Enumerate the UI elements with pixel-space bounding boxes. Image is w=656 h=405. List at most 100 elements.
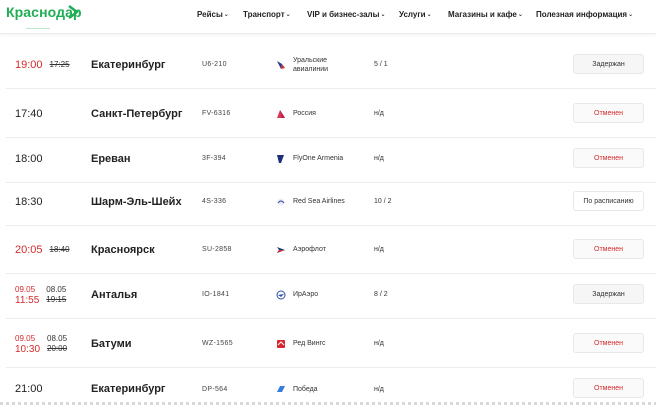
flight-row[interactable]: 18:00 Ереван 3F-394 FlyOne Armenia н/д О… (6, 135, 656, 183)
scheduled-datetime: 08.05 19:15 (46, 285, 66, 305)
actual-time: 20:05 (15, 243, 43, 256)
time-cell: 09.05 10:30 08.05 20:00 (15, 320, 67, 367)
chevron-down-icon: ⌄ (380, 12, 386, 18)
flight-row[interactable]: 20:05 18:40 Красноярск SU-2858 Аэрофлот … (6, 226, 656, 274)
airline-name: ИрАэро (293, 291, 319, 298)
destination-city: Екатеринбург (91, 383, 166, 395)
flight-number: 4S-336 (202, 198, 227, 205)
airline-cell: ИрАэро (276, 271, 318, 318)
status-badge: По расписанию (573, 191, 644, 211)
time-cell: 21:00 (15, 365, 43, 405)
aeroflot-icon (277, 246, 285, 253)
gate-terminal: 5 / 1 (374, 61, 388, 68)
actual-time: 10:30 (15, 343, 41, 355)
nav-flights[interactable]: Рейсы⌄ (197, 10, 229, 19)
scheduled-time: 20:00 (47, 343, 68, 353)
status-badge: Отменен (573, 378, 644, 398)
gate-terminal: 10 / 2 (374, 198, 392, 205)
airline-name: Аэрофлот (293, 246, 326, 253)
flight-row[interactable]: 17:40 Санкт-Петербург FV-6316 Россия н/д… (6, 90, 656, 138)
actual-datetime: 09.05 10:30 (15, 333, 40, 355)
status-badge: Отменен (573, 148, 644, 168)
airline-cell: FlyOne Armenia (276, 135, 343, 182)
airport-logo[interactable]: Краснодар (6, 4, 82, 29)
status-badge: Задержан (573, 54, 644, 74)
airline-name: FlyOne Armenia (293, 155, 344, 162)
destination-city: Батуми (91, 337, 132, 350)
flight-row[interactable]: 09.05 11:55 08.05 19:15 Анталья IO-1841 … (6, 271, 656, 319)
status-badge: Отменен (573, 103, 644, 123)
status-badge: Отменен (573, 239, 644, 259)
airline-name: Red Sea Airlines (293, 198, 345, 205)
chevron-down-icon: ⌄ (223, 12, 229, 18)
flight-row[interactable]: 19:00 17:25 Екатеринбург U6-210 Уральски… (6, 41, 656, 89)
flight-number: FV-6316 (202, 110, 231, 117)
airline-name: Уральские авиалинии (293, 56, 329, 73)
gate-terminal: 8 / 2 (374, 291, 388, 298)
scheduled-datetime: 08.05 20:00 (47, 334, 67, 354)
actual-time: 11:55 (15, 294, 40, 306)
destination-city: Анталья (91, 288, 138, 301)
time-cell: 20:05 18:40 (15, 226, 70, 273)
airline-cell: Уральские авиалинии (276, 41, 353, 88)
gate-terminal: н/д (374, 155, 384, 162)
flight-row[interactable]: 18:30 Шарм-Эль-Шейх 4S-336 Red Sea Airli… (6, 178, 656, 226)
actual-date: 09.05 (15, 333, 36, 343)
chevron-down-icon: ⌄ (426, 12, 432, 18)
flight-number: SU-2858 (202, 246, 232, 253)
actual-time: 18:00 (15, 152, 43, 165)
gate-terminal: н/д (374, 340, 384, 347)
chevron-down-icon: ⌄ (517, 12, 523, 18)
flight-number: WZ-1565 (202, 340, 233, 347)
chevron-down-icon: ⌄ (285, 12, 291, 18)
actual-date: 09.05 (15, 284, 36, 294)
red-wings-icon (277, 339, 285, 348)
flyone-icon (277, 154, 284, 163)
nav-transport[interactable]: Транспорт⌄ (243, 10, 291, 19)
nav-services[interactable]: Услуги⌄ (399, 10, 432, 19)
scheduled-time: 17:25 (49, 60, 70, 69)
nav-vip-lounges[interactable]: VIP и бизнес-залы⌄ (307, 10, 386, 19)
ural-airlines-icon (277, 60, 285, 69)
scheduled-date: 08.05 (46, 284, 67, 294)
pobeda-icon (277, 386, 285, 392)
destination-city: Шарм-Эль-Шейх (91, 195, 182, 208)
airline-cell: Россия (276, 90, 316, 137)
logo-arrow-icon (68, 5, 79, 19)
airline-name: Россия (293, 110, 316, 117)
gate-terminal: н/д (374, 385, 384, 393)
destination-city: Красноярск (91, 243, 155, 256)
airline-cell: Победа (276, 365, 318, 405)
status-badge: Задержан (573, 284, 644, 304)
gate-terminal: н/д (374, 246, 384, 253)
gate-terminal: н/д (374, 110, 384, 117)
airline-name: Ред Вингс (293, 340, 326, 347)
flight-number: U6-210 (202, 61, 227, 68)
airline-name: Победа (293, 385, 318, 393)
time-cell: 17:40 (15, 90, 43, 137)
nav-useful-info[interactable]: Полезная информация⌄ (536, 10, 633, 19)
scheduled-time: 19:15 (46, 294, 67, 304)
flight-number: DP-564 (202, 385, 228, 393)
logo-underline (26, 28, 50, 29)
flight-number: 3F-394 (202, 155, 226, 162)
destination-city: Ереван (91, 152, 131, 165)
destination-city: Санкт-Петербург (91, 107, 183, 120)
status-badge: Отменен (573, 333, 644, 353)
scheduled-time: 18:40 (49, 245, 70, 254)
time-cell: 18:00 (15, 135, 43, 182)
flight-number: IO-1841 (202, 291, 230, 298)
time-cell: 19:00 17:25 (15, 41, 70, 88)
actual-time: 19:00 (15, 58, 43, 71)
top-header: Краснодар Рейсы⌄ Транспорт⌄ VIP и бизнес… (0, 0, 656, 34)
actual-time: 21:00 (15, 383, 43, 395)
destination-city: Екатеринбург (91, 58, 166, 71)
time-cell: 09.05 11:55 08.05 19:15 (15, 271, 66, 318)
flight-row[interactable]: 09.05 10:30 08.05 20:00 Батуми WZ-1565 Р… (6, 320, 656, 368)
actual-datetime: 09.05 11:55 (15, 284, 39, 306)
nav-shops-cafes[interactable]: Магазины и кафе⌄ (448, 10, 523, 19)
iraero-icon (276, 290, 286, 299)
flight-row[interactable]: 21:00 Екатеринбург DP-564 Победа н/д Отм… (6, 365, 656, 405)
time-cell: 18:30 (15, 178, 43, 225)
airline-cell: Red Sea Airlines (276, 178, 345, 225)
